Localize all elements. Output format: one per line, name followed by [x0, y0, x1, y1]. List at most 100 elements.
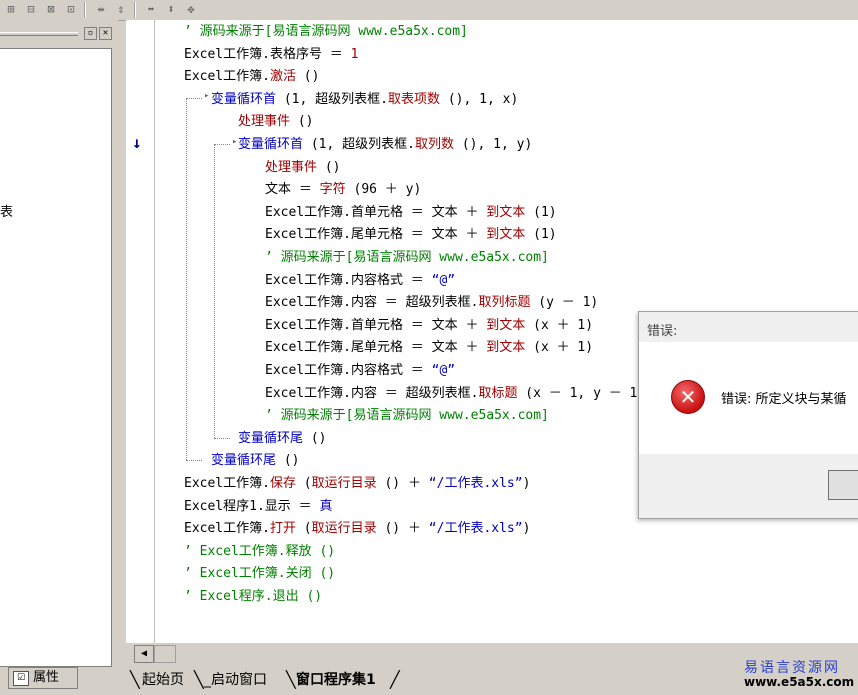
- tab-label: 起始页: [142, 672, 184, 688]
- properties-tab[interactable]: ☑ 属性: [8, 667, 78, 689]
- code-token: Excel程序1.显示 ＝: [184, 498, 320, 514]
- gutter-divider: [154, 20, 155, 643]
- code-token: 激活: [269, 69, 296, 85]
- code-line[interactable]: ’ Excel工作簿.关闭 (): [184, 564, 335, 584]
- code-token: ’ 源码来源于[易语言源码网 www.e5a5x.com]: [265, 250, 549, 265]
- alignment-toolbar: ⊞ ⊟ ⊠ ⊡ ⇹ ⇕ ⬌ ⬍ ✥: [0, 0, 858, 21]
- code-token: ): [522, 521, 531, 537]
- code-token: ’ Excel工作簿.关闭 (): [184, 566, 336, 582]
- code-token: 保存: [269, 476, 296, 491]
- center-horizontal-icon[interactable]: ⬌: [142, 1, 160, 18]
- code-token: (x ＋ 1): [525, 317, 594, 333]
- code-line[interactable]: Excel程序1.显示 ＝ 真: [184, 497, 332, 517]
- code-token: 变量循环尾: [211, 453, 277, 469]
- code-line[interactable]: Excel工作簿.内容 ＝ 超级列表框.取标题 (x － 1, y － 1): [265, 384, 645, 404]
- scroll-thumb[interactable]: [154, 645, 176, 663]
- code-token: 取表项数: [387, 91, 440, 107]
- code-line[interactable]: Excel工作簿.内容格式 ＝ “@”: [265, 361, 455, 381]
- align-right-icon[interactable]: ⊠: [42, 1, 60, 18]
- code-line[interactable]: 处理事件 (): [238, 112, 314, 132]
- code-token: (y － 1): [530, 295, 599, 311]
- code-line[interactable]: Excel工作簿.激活 (): [184, 67, 319, 87]
- code-token: (1, 超级列表框.: [303, 137, 415, 152]
- code-token: 处理事件: [238, 114, 291, 130]
- scroll-left-icon[interactable]: ◀: [134, 645, 154, 663]
- tab-label: 窗口程序集1: [296, 672, 376, 688]
- code-token: ’ Excel工作簿.释放 (): [184, 543, 336, 559]
- code-token: 打开: [269, 521, 296, 537]
- code-token: 到文本: [486, 227, 526, 243]
- properties-icon: ☑: [13, 671, 29, 686]
- code-token: (): [303, 430, 327, 446]
- code-token: Excel工作簿.首单元格 ＝ 文本 ＋: [265, 204, 487, 220]
- tab-start-page[interactable]: ╲ 起始页: [130, 669, 196, 691]
- code-line[interactable]: ’ Excel程序.退出 (): [184, 587, 322, 607]
- code-line[interactable]: 变量循环首 (1, 超级列表框.取表项数 (), 1, x): [211, 90, 518, 110]
- code-token: (: [295, 476, 312, 491]
- code-line[interactable]: Excel工作簿.内容 ＝ 超级列表框.取列标题 (y － 1): [265, 293, 598, 313]
- code-token: (), 1, y): [454, 137, 533, 152]
- expand-arrow-icon[interactable]: ▸: [204, 91, 209, 101]
- code-token: 变量循环尾: [238, 430, 304, 446]
- equal-height-icon[interactable]: ⇕: [112, 1, 130, 18]
- code-line[interactable]: ’ 源码来源于[易语言源码网 www.e5a5x.com]: [184, 22, 468, 42]
- toolbar-separator: [84, 2, 86, 18]
- code-token: “@”: [431, 272, 456, 288]
- loop-guide-outer: [186, 98, 187, 460]
- code-line[interactable]: ’ 源码来源于[易语言源码网 www.e5a5x.com]: [265, 248, 549, 268]
- code-token: 取运行目录: [311, 476, 377, 491]
- center-both-icon[interactable]: ✥: [182, 1, 200, 18]
- align-left-icon[interactable]: ⊞: [2, 1, 20, 18]
- code-token: () ＋: [376, 476, 429, 491]
- toolbar-separator: [134, 2, 136, 18]
- code-line[interactable]: 变量循环尾 (): [238, 429, 327, 449]
- loop-guide-outer-top: [186, 98, 202, 99]
- code-line[interactable]: Excel工作簿.打开 (取运行目录 () ＋ “/工作表.xls”): [184, 519, 530, 539]
- restore-icon[interactable]: ▫: [84, 27, 97, 40]
- code-token: 真: [319, 498, 333, 514]
- code-token: (1): [525, 227, 557, 243]
- code-line[interactable]: 变量循环尾 (): [211, 451, 300, 471]
- code-line[interactable]: Excel工作簿.表格序号 ＝ 1: [184, 45, 358, 65]
- equal-width-icon[interactable]: ⇹: [92, 1, 110, 18]
- close-icon[interactable]: ✕: [99, 27, 112, 40]
- loop-guide-inner: [214, 144, 215, 438]
- align-center-icon[interactable]: ⊟: [22, 1, 40, 18]
- code-line[interactable]: 变量循环首 (1, 超级列表框.取列数 (), 1, y): [238, 135, 532, 155]
- code-line[interactable]: Excel工作簿.内容格式 ＝ “@”: [265, 271, 455, 291]
- code-token: ’ 源码来源于[易语言源码网 www.e5a5x.com]: [265, 408, 549, 424]
- left-panel-content[interactable]: 表: [0, 48, 112, 667]
- loop-guide-inner-bottom: [214, 438, 230, 439]
- code-line[interactable]: ’ 源码来源于[易语言源码网 www.e5a5x.com]: [265, 406, 549, 426]
- code-token: (), 1, x): [440, 91, 519, 107]
- center-vertical-icon[interactable]: ⬍: [162, 1, 180, 18]
- code-token: (): [295, 69, 320, 85]
- code-token: Excel工作簿.尾单元格 ＝ 文本 ＋: [265, 340, 487, 356]
- panel-grip[interactable]: [0, 32, 78, 36]
- code-token: 取列数: [414, 137, 454, 152]
- tab-window-assembly-1[interactable]: ╲ 窗口程序集1 ╱: [286, 669, 402, 691]
- align-top-icon[interactable]: ⊡: [62, 1, 80, 18]
- code-line[interactable]: Excel工作簿.保存 (取运行目录 () ＋ “/工作表.xls”): [184, 474, 530, 494]
- expand-arrow-icon[interactable]: ▸: [232, 137, 237, 147]
- code-line[interactable]: Excel工作簿.首单元格 ＝ 文本 ＋ 到文本 (1): [265, 203, 557, 223]
- code-line[interactable]: ’ Excel工作簿.释放 (): [184, 542, 335, 562]
- code-token: (1): [525, 204, 557, 220]
- code-token: (x － 1, y － 1): [517, 385, 646, 401]
- code-line[interactable]: Excel工作簿.首单元格 ＝ 文本 ＋ 到文本 (x ＋ 1): [265, 316, 593, 336]
- code-token: (96 ＋ y): [345, 182, 422, 198]
- ok-button[interactable]: [828, 470, 858, 500]
- code-token: ’ 源码来源于[易语言源码网 www.e5a5x.com]: [184, 24, 468, 39]
- current-line-arrow-icon: ↓: [132, 133, 142, 152]
- code-line[interactable]: 文本 ＝ 字符 (96 ＋ y): [265, 180, 421, 200]
- tab-startup-window[interactable]: ╲ _启动窗口: [194, 669, 286, 691]
- code-line[interactable]: Excel工作簿.尾单元格 ＝ 文本 ＋ 到文本 (x ＋ 1): [265, 338, 593, 358]
- code-line[interactable]: Excel工作簿.尾单元格 ＝ 文本 ＋ 到文本 (1): [265, 225, 557, 245]
- code-token: 到文本: [486, 340, 526, 356]
- code-token: 取运行目录: [311, 521, 377, 537]
- code-line[interactable]: 处理事件 (): [265, 158, 341, 178]
- code-token: ): [522, 476, 531, 491]
- watermark-title: 易语言资源网: [744, 660, 840, 676]
- code-token: Excel工作簿.首单元格 ＝ 文本 ＋: [265, 317, 487, 333]
- code-token: 变量循环首: [211, 91, 277, 107]
